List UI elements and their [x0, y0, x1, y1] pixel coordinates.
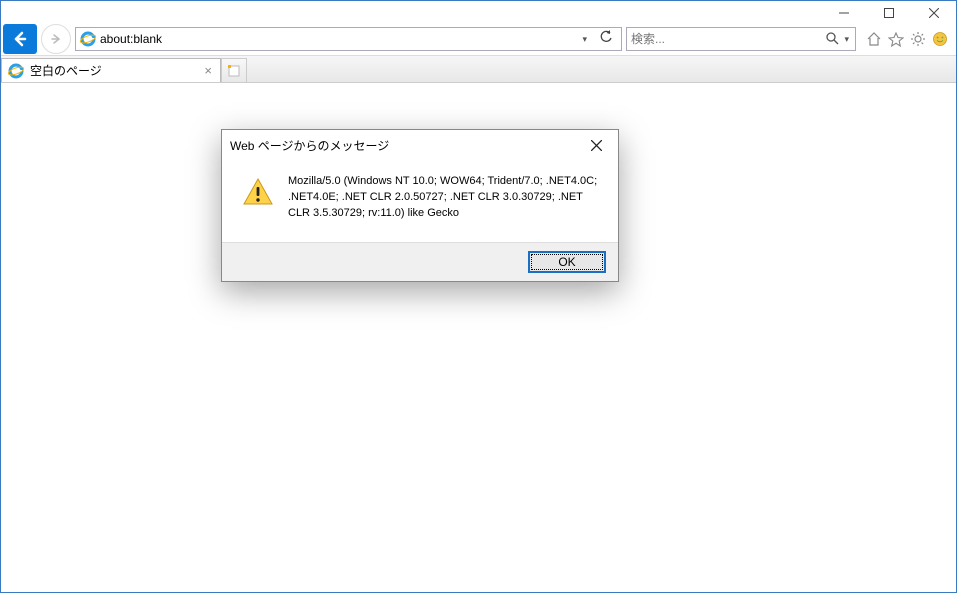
tab-close-button[interactable]: ×	[202, 63, 214, 78]
ie-icon	[8, 63, 24, 79]
tab-blank-page[interactable]: 空白のページ ×	[1, 58, 221, 82]
dialog-message: Mozilla/5.0 (Windows NT 10.0; WOW64; Tri…	[288, 174, 598, 222]
warning-icon	[242, 176, 274, 208]
navigation-bar: ▾ ▾	[1, 25, 956, 55]
alert-dialog: Web ページからのメッセージ Mozilla/5.0 (Windows NT …	[221, 129, 619, 282]
forward-button[interactable]	[41, 24, 71, 54]
toolbar-icons	[860, 29, 950, 49]
refresh-button[interactable]	[595, 30, 617, 49]
favorites-icon[interactable]	[886, 29, 906, 49]
dialog-body: Mozilla/5.0 (Windows NT 10.0; WOW64; Tri…	[222, 160, 618, 242]
home-icon[interactable]	[864, 29, 884, 49]
smiley-icon[interactable]	[930, 29, 950, 49]
tools-icon[interactable]	[908, 29, 928, 49]
window-maximize-button[interactable]	[866, 1, 911, 25]
dialog-close-button[interactable]	[582, 134, 610, 156]
search-dropdown-icon[interactable]: ▾	[842, 34, 851, 45]
address-bar[interactable]: ▾	[75, 27, 622, 51]
tab-title: 空白のページ	[30, 62, 196, 79]
search-input[interactable]	[631, 32, 822, 46]
window-titlebar	[1, 1, 956, 25]
tab-row: 空白のページ ×	[1, 55, 956, 83]
address-dropdown-icon[interactable]: ▾	[578, 34, 591, 45]
window-minimize-button[interactable]	[821, 1, 866, 25]
dialog-titlebar: Web ページからのメッセージ	[222, 130, 618, 160]
back-button[interactable]	[3, 24, 37, 54]
dialog-ok-button[interactable]: OK	[528, 251, 606, 273]
window-close-button[interactable]	[911, 1, 956, 25]
dialog-footer: OK	[222, 242, 618, 281]
ie-icon	[80, 31, 96, 47]
dialog-title: Web ページからのメッセージ	[230, 137, 582, 154]
address-input[interactable]	[100, 32, 574, 46]
new-tab-button[interactable]	[221, 58, 247, 82]
search-icon[interactable]	[822, 31, 842, 48]
search-bar[interactable]: ▾	[626, 27, 856, 51]
page-content: Web ページからのメッセージ Mozilla/5.0 (Windows NT …	[1, 83, 956, 592]
